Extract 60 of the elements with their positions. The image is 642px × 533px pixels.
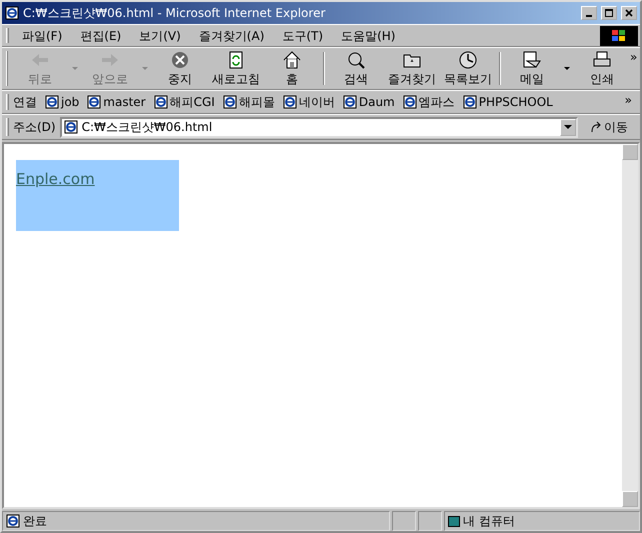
browser-page-icon xyxy=(64,120,78,134)
refresh-button[interactable]: 새로고침 xyxy=(208,48,264,90)
browser-page-icon xyxy=(342,95,357,109)
browser-page-icon xyxy=(45,95,59,109)
computer-icon xyxy=(448,516,460,526)
browser-page-icon xyxy=(87,95,102,109)
more-chevron[interactable]: » xyxy=(624,91,632,109)
minimize-button[interactable] xyxy=(581,6,597,20)
history-button[interactable]: 목록보기 xyxy=(440,48,496,90)
clock-icon xyxy=(458,50,478,70)
favorites-button[interactable]: 즐겨찾기 xyxy=(384,48,440,90)
menu-item[interactable]: 파일(F) xyxy=(13,26,72,44)
address-label: 주소(D) xyxy=(13,119,56,136)
browser-page-icon xyxy=(282,95,297,109)
maximize-icon xyxy=(605,9,613,17)
link-button[interactable]: master xyxy=(83,93,150,111)
link-button[interactable]: 엠파스 xyxy=(398,93,459,111)
more-chevron[interactable]: » xyxy=(630,48,638,66)
link-button[interactable]: 해피CGI xyxy=(150,93,219,111)
house-icon xyxy=(282,50,302,70)
dropdown-caret-icon[interactable] xyxy=(564,67,570,70)
stop-icon xyxy=(170,50,190,70)
curved-arrow-icon xyxy=(590,121,602,133)
menu-item[interactable]: 즐겨찾기(A) xyxy=(190,26,274,44)
link-button[interactable]: 해피몰 xyxy=(218,93,279,111)
status-text: 완료 xyxy=(23,513,47,530)
down-triangle-icon xyxy=(564,125,572,129)
windows-logo-icon xyxy=(600,26,638,46)
dropdown-button[interactable] xyxy=(560,118,576,136)
link-button[interactable]: job xyxy=(41,93,84,111)
browser-page-icon xyxy=(154,95,168,109)
browser-page-icon xyxy=(6,514,20,528)
link-button[interactable]: 네이버 xyxy=(278,93,339,111)
menu-item[interactable]: 도구(T) xyxy=(273,26,332,44)
link-button[interactable]: PHPSCHOOL xyxy=(458,93,557,111)
stop-button[interactable]: 중지 xyxy=(152,48,208,90)
search-button[interactable]: 검색 xyxy=(328,48,384,90)
close-icon xyxy=(625,9,633,17)
browser-page-icon xyxy=(5,6,19,20)
close-button[interactable] xyxy=(621,6,637,20)
print-button[interactable]: 인쇄 xyxy=(574,48,630,90)
maximize-button[interactable] xyxy=(601,6,617,20)
window-title: C:₩스크린샷₩06.html - Microsoft Internet Explorer xyxy=(23,5,326,22)
go-button[interactable]: 이동 xyxy=(586,118,632,136)
zone-text: 내 컴퓨터 xyxy=(463,513,515,530)
links-label: 연결 xyxy=(13,94,37,111)
browser-page-icon xyxy=(402,95,417,109)
menu-item[interactable]: 보기(V) xyxy=(130,26,190,44)
home-button[interactable]: 홈 xyxy=(264,48,320,90)
link-button[interactable]: Daum xyxy=(338,93,399,111)
menu-item[interactable]: 도움말(H) xyxy=(332,26,404,44)
browser-page-icon xyxy=(222,95,237,109)
address-field[interactable]: C:₩스크린샷₩06.html xyxy=(60,116,578,138)
mail-icon xyxy=(522,50,542,70)
page-link[interactable]: Enple.com xyxy=(16,170,95,188)
printer-icon xyxy=(592,50,612,70)
browser-page-icon xyxy=(462,95,477,109)
mail-button[interactable]: 메일 xyxy=(504,48,560,90)
search-icon xyxy=(346,50,366,70)
menu-item[interactable]: 편집(E) xyxy=(71,26,130,44)
